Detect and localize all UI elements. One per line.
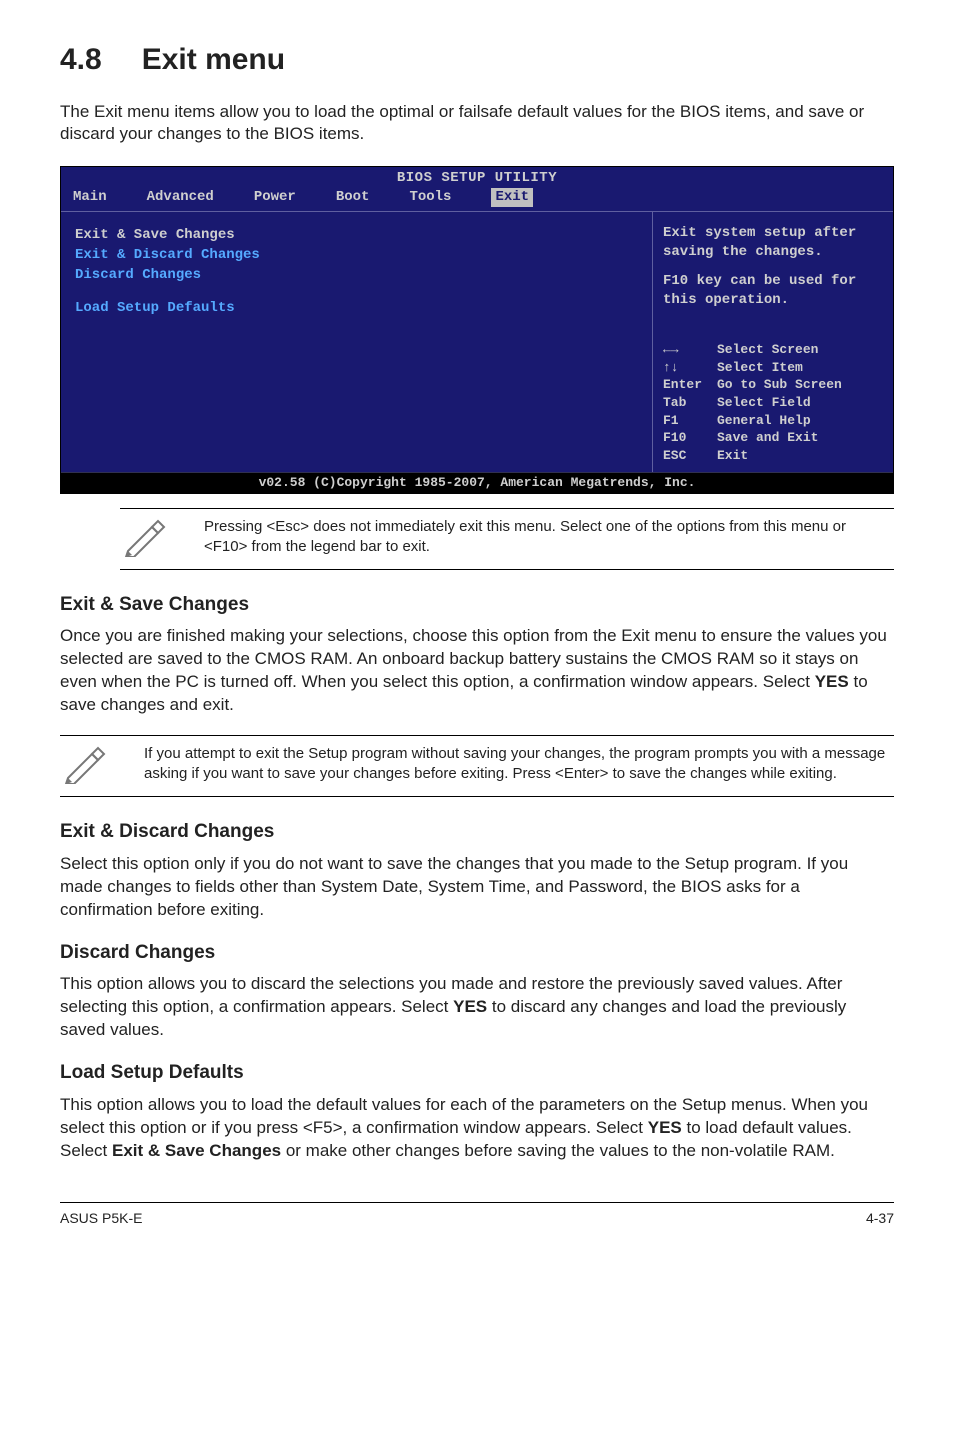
legend-key: Enter <box>663 376 709 394</box>
subheading-exit-save: Exit & Save Changes <box>60 592 894 618</box>
legend-action: Select Screen <box>717 341 818 359</box>
bios-body: Exit & Save Changes Exit & Discard Chang… <box>61 212 893 472</box>
bios-title: BIOS SETUP UTILITY <box>61 167 893 188</box>
section-header: 4.8 Exit menu <box>60 40 894 81</box>
bios-tab-tools: Tools <box>409 188 451 207</box>
legend-row: ↑↓ Select Item <box>663 359 883 377</box>
legend-row: Enter Go to Sub Screen <box>663 376 883 394</box>
bios-menu-item: Exit & Save Changes <box>75 226 638 245</box>
body-exit-save: Once you are finished making your select… <box>60 625 894 717</box>
legend-action: Select Field <box>717 394 811 412</box>
legend-key: F10 <box>663 429 709 447</box>
legend-action: Save and Exit <box>717 429 818 447</box>
legend-action: Exit <box>717 447 748 465</box>
legend-action: General Help <box>717 412 811 430</box>
bios-menu-item: Exit & Discard Changes <box>75 246 638 265</box>
bios-menu-panel: Exit & Save Changes Exit & Discard Chang… <box>61 212 653 472</box>
note-box: If you attempt to exit the Setup program… <box>60 735 894 797</box>
note-text: If you attempt to exit the Setup program… <box>144 744 890 785</box>
pencil-note-icon <box>60 744 110 788</box>
legend-key: F1 <box>663 412 709 430</box>
footer-right: 4-37 <box>866 1209 894 1228</box>
note-text: Pressing <Esc> does not immediately exit… <box>204 517 890 558</box>
bold-exit-save-changes: Exit & Save Changes <box>112 1141 281 1160</box>
bios-tab-row: Main Advanced Power Boot Tools Exit <box>61 188 893 212</box>
legend-row: ←→ Select Screen <box>663 341 883 359</box>
bios-tab-advanced: Advanced <box>147 188 214 207</box>
legend-action: Select Item <box>717 359 803 377</box>
legend-row: F10 Save and Exit <box>663 429 883 447</box>
bios-tab-power: Power <box>254 188 296 207</box>
legend-action: Go to Sub Screen <box>717 376 842 394</box>
body-discard: This option allows you to discard the se… <box>60 973 894 1042</box>
legend-row: F1 General Help <box>663 412 883 430</box>
bios-legend: ←→ Select Screen ↑↓ Select Item Enter Go to… <box>663 341 883 464</box>
bold-yes: YES <box>815 672 849 691</box>
subheading-load-defaults: Load Setup Defaults <box>60 1060 894 1086</box>
legend-row: Tab Select Field <box>663 394 883 412</box>
bold-yes: YES <box>648 1118 682 1137</box>
legend-key: ↑↓ <box>663 359 709 377</box>
section-number: 4.8 <box>60 40 102 81</box>
bios-help-text: Exit system setup after saving the chang… <box>663 224 883 320</box>
body-exit-discard: Select this option only if you do not wa… <box>60 853 894 922</box>
bios-menu-item: Discard Changes <box>75 266 638 285</box>
bios-tab-exit: Exit <box>491 188 533 207</box>
legend-key: ←→ <box>663 341 709 359</box>
bold-yes: YES <box>453 997 487 1016</box>
bios-help-panel: Exit system setup after saving the chang… <box>653 212 893 472</box>
bios-help-line: Exit system setup after saving the chang… <box>663 224 883 262</box>
intro-paragraph: The Exit menu items allow you to load th… <box>60 101 894 147</box>
legend-row: ESC Exit <box>663 447 883 465</box>
subheading-discard: Discard Changes <box>60 940 894 966</box>
bios-menu-item: Load Setup Defaults <box>75 299 638 318</box>
bios-help-line: F10 key can be used for this operation. <box>663 272 883 310</box>
note-box: Pressing <Esc> does not immediately exit… <box>120 508 894 570</box>
text-fragment: or make other changes before saving the … <box>281 1141 835 1160</box>
pencil-note-icon <box>120 517 170 561</box>
bios-tab-boot: Boot <box>336 188 370 207</box>
page-footer: ASUS P5K-E 4-37 <box>60 1202 894 1228</box>
spacer <box>75 285 638 299</box>
text-fragment: Once you are finished making your select… <box>60 626 887 691</box>
section-title-text: Exit menu <box>142 43 285 76</box>
legend-key: ESC <box>663 447 709 465</box>
bios-tab-main: Main <box>73 188 107 207</box>
bios-footer: v02.58 (C)Copyright 1985-2007, American … <box>61 472 893 493</box>
subheading-exit-discard: Exit & Discard Changes <box>60 819 894 845</box>
body-load-defaults: This option allows you to load the defau… <box>60 1094 894 1163</box>
bios-setup-screenshot: BIOS SETUP UTILITY Main Advanced Power B… <box>60 166 894 493</box>
legend-key: Tab <box>663 394 709 412</box>
footer-left: ASUS P5K-E <box>60 1209 142 1228</box>
